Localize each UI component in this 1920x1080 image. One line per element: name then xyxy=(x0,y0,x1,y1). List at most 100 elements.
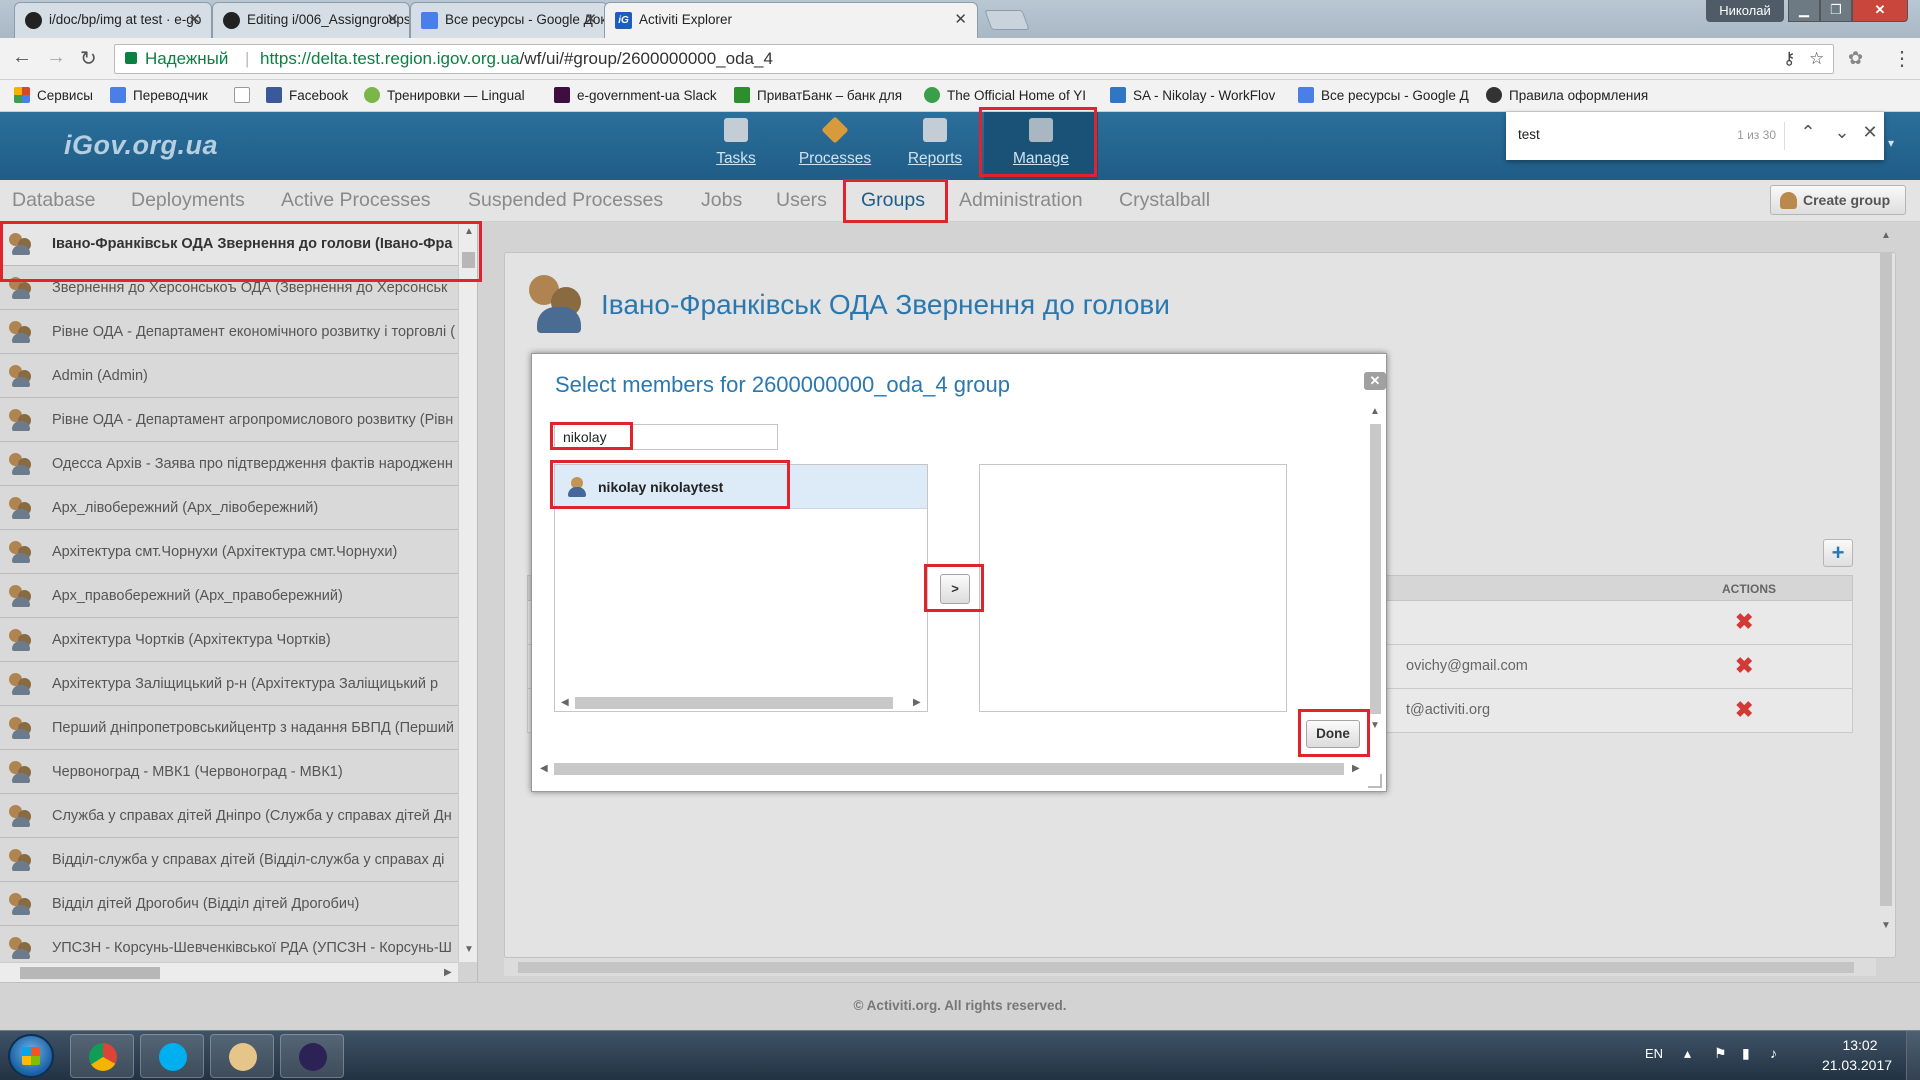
nav-manage[interactable]: Manage xyxy=(984,112,1098,180)
scroll-right-icon[interactable]: ▶ xyxy=(1352,763,1360,774)
scroll-right-icon[interactable]: ▶ xyxy=(913,697,921,708)
find-previous-icon[interactable]: ⌃ xyxy=(1794,122,1822,143)
bookmark-item[interactable]: SA - Nikolay - WorkFlov xyxy=(1110,87,1284,103)
subnav-suspended-processes[interactable]: Suspended Processes xyxy=(468,189,663,212)
scroll-left-icon[interactable]: ◀ xyxy=(561,697,569,708)
scroll-down-icon[interactable]: ▼ xyxy=(464,944,474,955)
show-desktop-button[interactable] xyxy=(1906,1031,1920,1080)
browser-tab-active[interactable]: iG Activiti Explorer ✕ xyxy=(604,2,978,38)
sidebar-group-item[interactable]: Служба у справах дітей Дніпро (Служба у … xyxy=(0,794,458,838)
address-bar[interactable]: Надежный | https://delta.test.region.igo… xyxy=(114,44,1834,74)
app-logo[interactable]: iGov.org.ua xyxy=(64,130,218,161)
sidebar-group-item[interactable]: Рівне ОДА - Департамент економічного роз… xyxy=(0,310,458,354)
scroll-up-icon[interactable]: ▲ xyxy=(1881,230,1891,241)
browser-tab[interactable]: Editing i/006_Assigngroups ✕ xyxy=(212,2,410,38)
taskbar-chrome[interactable] xyxy=(70,1034,134,1078)
browser-tab[interactable]: Все ресурсы - Google Док ✕ xyxy=(410,2,608,38)
subnav-jobs[interactable]: Jobs xyxy=(701,189,742,212)
sidebar-group-item[interactable]: Admin (Admin) xyxy=(0,354,458,398)
sidebar-group-item[interactable]: Перший дніпропетровськийцентр з надання … xyxy=(0,706,458,750)
subnav-deployments[interactable]: Deployments xyxy=(131,189,245,212)
scroll-right-icon[interactable]: ▶ xyxy=(444,967,452,978)
bookmark-item[interactable]: e-government-ua Slack xyxy=(554,87,717,103)
list-item[interactable]: nikolay nikolaytest xyxy=(555,465,927,509)
bookmark-item[interactable]: ПриватБанк – банк для xyxy=(734,87,906,103)
nav-tasks[interactable]: Tasks xyxy=(704,112,768,180)
subnav-active-processes[interactable]: Active Processes xyxy=(281,189,431,212)
sidebar-group-item[interactable]: Звернення до Херсонськоъ ОДА (Звернення … xyxy=(0,266,458,310)
close-window-button[interactable]: ✕ xyxy=(1852,0,1908,22)
scroll-up-icon[interactable]: ▲ xyxy=(1370,406,1380,417)
forward-arrow-icon[interactable]: → xyxy=(46,46,66,69)
bookmark-item[interactable]: Переводчик xyxy=(110,87,208,103)
delete-member-icon[interactable]: ✖ xyxy=(1735,653,1753,679)
close-tab-icon[interactable]: ✕ xyxy=(584,3,597,37)
sidebar-vertical-scrollbar[interactable]: ▲ ▼ xyxy=(458,222,477,962)
scrollbar-thumb[interactable] xyxy=(462,252,475,268)
sidebar-group-item[interactable]: Арх_лівобережний (Арх_лівобережний) xyxy=(0,486,458,530)
done-button[interactable]: Done xyxy=(1306,720,1360,748)
sidebar-group-item[interactable]: Архітектура смт.Чорнухи (Архітектура смт… xyxy=(0,530,458,574)
scroll-down-icon[interactable]: ▼ xyxy=(1370,720,1380,731)
volume-icon[interactable]: ♪ xyxy=(1770,1045,1777,1061)
subnav-crystalball[interactable]: Crystalball xyxy=(1119,189,1210,212)
subnav-groups[interactable]: Groups xyxy=(861,189,925,212)
bookmark-item[interactable]: Все ресурсы - Google Д xyxy=(1298,87,1470,103)
subnav-users[interactable]: Users xyxy=(776,189,827,212)
scroll-up-icon[interactable]: ▲ xyxy=(464,226,474,237)
reload-icon[interactable]: ↻ xyxy=(80,46,97,71)
sidebar-group-item[interactable]: Архітектура Заліщицький р-н (Архітектура… xyxy=(0,662,458,706)
subnav-database[interactable]: Database xyxy=(12,189,95,212)
network-icon[interactable]: ▮ xyxy=(1742,1045,1750,1062)
close-tab-icon[interactable]: ✕ xyxy=(954,3,967,37)
browser-tab[interactable]: i/doc/bp/img at test · e-go ✕ xyxy=(14,2,212,38)
taskbar-paint[interactable] xyxy=(210,1034,274,1078)
sidebar-group-item[interactable]: Рівне ОДА - Департамент агропромислового… xyxy=(0,398,458,442)
sidebar-group-item[interactable]: Відділ-служба у справах дітей (Відділ-сл… xyxy=(0,838,458,882)
close-icon[interactable]: ✕ xyxy=(1364,372,1386,390)
sidebar-group-item[interactable]: Червоноград - МВК1 (Червоноград - МВК1) xyxy=(0,750,458,794)
back-arrow-icon[interactable]: ← xyxy=(12,46,32,69)
bookmark-item[interactable]: Тренировки — Lingual xyxy=(364,87,534,103)
bookmark-item[interactable]: Facebook xyxy=(266,87,348,103)
scroll-left-icon[interactable]: ◀ xyxy=(540,763,548,774)
subnav-administration[interactable]: Administration xyxy=(959,189,1083,212)
scrollbar-thumb[interactable] xyxy=(20,967,160,979)
candidate-list-scrollbar[interactable]: ◀ ▶ xyxy=(555,693,927,711)
profile-button[interactable]: Николай xyxy=(1706,0,1784,22)
sidebar-horizontal-scrollbar[interactable]: ▶ xyxy=(0,962,458,982)
bookmark-item[interactable]: The Official Home of YI xyxy=(924,87,1096,103)
nav-reports[interactable]: Reports xyxy=(900,112,970,180)
selected-members-list[interactable] xyxy=(979,464,1287,712)
add-selected-button[interactable]: > xyxy=(940,574,970,604)
close-tab-icon[interactable]: ✕ xyxy=(386,3,399,37)
find-close-icon[interactable]: ✕ xyxy=(1856,122,1884,143)
minimize-button[interactable]: ▁ xyxy=(1788,0,1820,22)
panel-vertical-scrollbar[interactable]: ▲ ▼ xyxy=(1876,222,1896,958)
scrollbar-thumb[interactable] xyxy=(575,697,893,709)
taskbar-eclipse[interactable] xyxy=(280,1034,344,1078)
sidebar-group-item[interactable]: Одесса Архів - Заява про підтвердження ф… xyxy=(0,442,458,486)
tray-expand-icon[interactable]: ▴ xyxy=(1684,1045,1691,1062)
bookmark-star-icon[interactable]: ☆ xyxy=(1809,45,1824,73)
dialog-horizontal-scrollbar[interactable]: ◀ ▶ xyxy=(538,758,1366,778)
clock-date[interactable]: 21.03.2017 xyxy=(1812,1057,1902,1073)
key-icon[interactable]: ⚷ xyxy=(1783,45,1795,73)
nav-processes[interactable]: Processes xyxy=(794,112,876,180)
scrollbar-thumb[interactable] xyxy=(1880,252,1892,906)
delete-member-icon[interactable]: ✖ xyxy=(1735,609,1753,635)
delete-member-icon[interactable]: ✖ xyxy=(1735,697,1753,723)
action-center-flag-icon[interactable]: ⚑ xyxy=(1714,1045,1727,1062)
scrollbar-thumb[interactable] xyxy=(518,962,1854,973)
maximize-button[interactable]: ❐ xyxy=(1820,0,1852,22)
chrome-menu-icon[interactable]: ⋮ xyxy=(1892,46,1912,71)
panel-horizontal-scrollbar[interactable] xyxy=(504,958,1876,976)
bookmark-item[interactable]: Правила оформления xyxy=(1486,87,1648,103)
language-indicator[interactable]: EN xyxy=(1645,1046,1663,1061)
clock-time[interactable]: 13:02 xyxy=(1820,1037,1900,1053)
dialog-vertical-scrollbar[interactable]: ▲ ▼ xyxy=(1366,404,1384,734)
scroll-down-icon[interactable]: ▼ xyxy=(1881,920,1891,931)
add-member-button[interactable]: + xyxy=(1823,539,1853,567)
new-tab-button[interactable] xyxy=(984,10,1030,30)
sidebar-group-item[interactable]: Архітектура Чортків (Архітектура Чортків… xyxy=(0,618,458,662)
